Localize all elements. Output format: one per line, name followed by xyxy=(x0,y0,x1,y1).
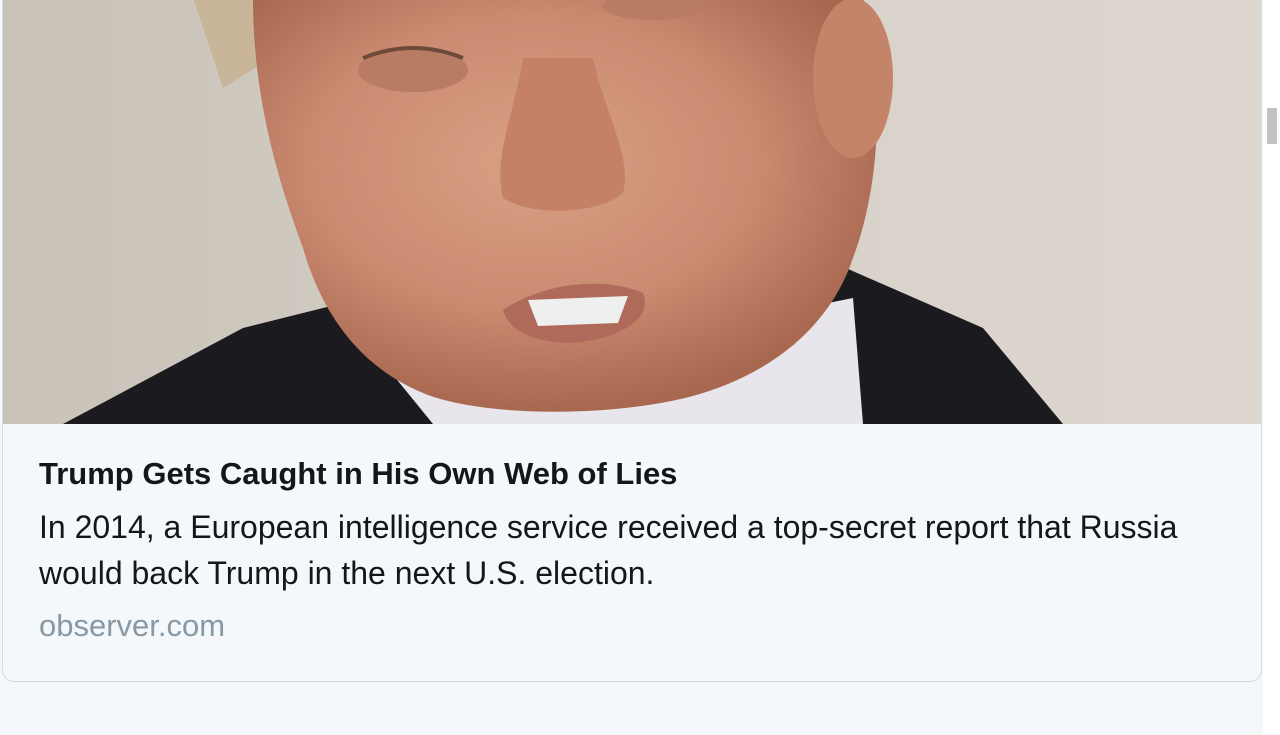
page: Trump Gets Caught in His Own Web of Lies… xyxy=(0,0,1280,735)
card-description: In 2014, a European intelligence service… xyxy=(39,509,1178,591)
card-image[interactable] xyxy=(3,0,1261,424)
vertical-scrollbar[interactable] xyxy=(1263,0,1280,735)
link-preview-card[interactable]: Trump Gets Caught in His Own Web of Lies… xyxy=(2,0,1262,682)
card-body: Trump Gets Caught in His Own Web of Lies… xyxy=(3,424,1261,646)
portrait-photo xyxy=(3,0,1261,424)
scrollbar-thumb[interactable] xyxy=(1267,108,1277,144)
card-title[interactable]: Trump Gets Caught in His Own Web of Lies xyxy=(39,454,1225,494)
card-domain: observer.com xyxy=(39,608,226,643)
